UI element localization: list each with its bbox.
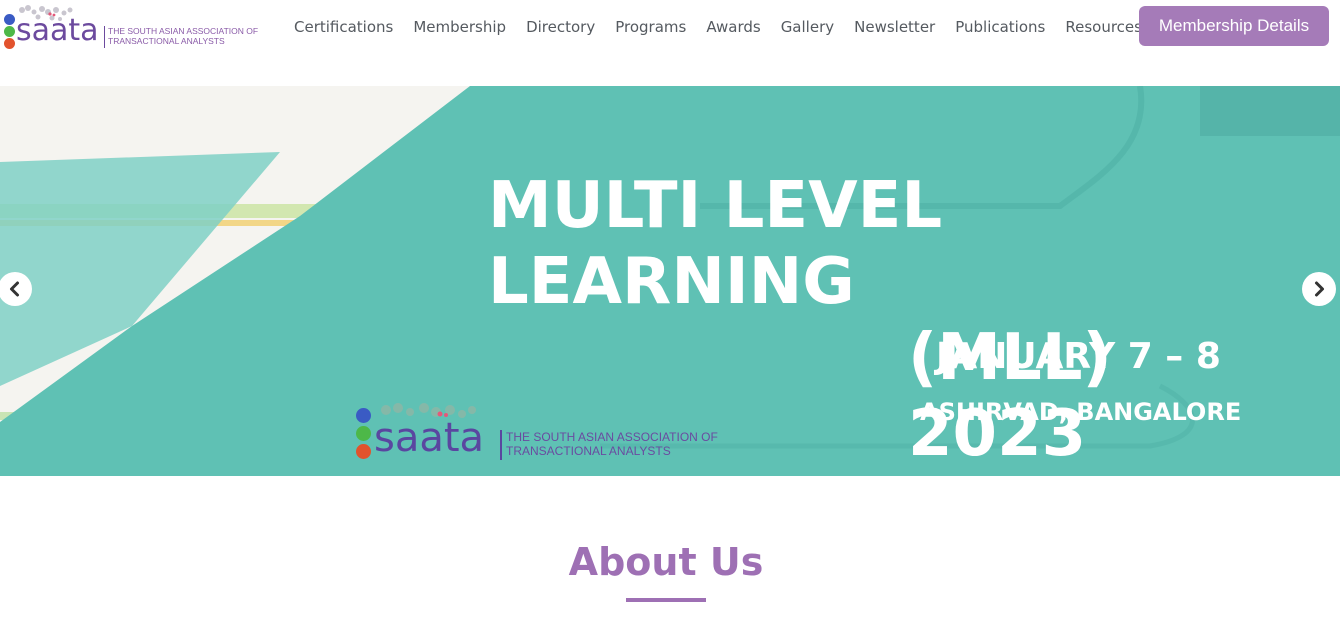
blue-dot-icon: [4, 14, 15, 25]
logo-tagline-line1: THE SOUTH ASIAN ASSOCIATION OF: [108, 26, 259, 36]
logo-divider: [104, 26, 105, 48]
orange-dot-icon: [356, 444, 371, 459]
nav-item-programs[interactable]: Programs: [605, 16, 696, 38]
hero-logo-divider: [500, 430, 502, 460]
logo-wordmark: saata: [16, 13, 99, 48]
hero-title-line1: MULTI LEVEL LEARNING: [488, 169, 943, 319]
membership-details-button[interactable]: Membership Details: [1139, 6, 1329, 46]
site-header: saata THE SOUTH ASIAN ASSOCIATION OF TRA…: [0, 0, 1340, 86]
nav-item-publications[interactable]: Publications: [945, 16, 1055, 38]
blue-dot-icon: [356, 408, 371, 423]
logo-tagline-line2: TRANSACTIONAL ANALYSTS: [108, 36, 225, 46]
chevron-right-icon: [1315, 281, 1324, 297]
main-nav: Certifications Membership Directory Prog…: [284, 16, 1152, 38]
green-dot-icon: [356, 426, 371, 441]
hero-logo-wordmark: saata: [374, 415, 485, 461]
about-heading-underline: [626, 598, 706, 602]
orange-dot-icon: [4, 38, 15, 49]
green-dot-icon: [4, 26, 15, 37]
nav-item-membership[interactable]: Membership: [403, 16, 516, 38]
hero-carousel: MULTI LEVEL LEARNING (MLL) 2023 JANUARY …: [0, 86, 1340, 476]
saata-logo[interactable]: saata THE SOUTH ASIAN ASSOCIATION OF TRA…: [2, 4, 262, 50]
nav-item-resources[interactable]: Resources: [1055, 16, 1152, 38]
hero-logo-tagline-line1: THE SOUTH ASIAN ASSOCIATION OF: [506, 430, 718, 444]
carousel-next-button[interactable]: [1302, 272, 1336, 306]
about-heading: About Us: [568, 540, 764, 584]
hero-date: JANUARY 7 – 8: [936, 336, 1221, 377]
nav-item-certifications[interactable]: Certifications: [284, 16, 403, 38]
chevron-left-icon: [10, 281, 19, 297]
logo-dots: [4, 14, 16, 50]
hero-venue: ASHIRVAD, BANGALORE: [920, 398, 1242, 426]
logo-tagline: THE SOUTH ASIAN ASSOCIATION OF TRANSACTI…: [108, 26, 258, 46]
hero-logo-tagline-line2: TRANSACTIONAL ANALYSTS: [506, 444, 671, 458]
nav-item-gallery[interactable]: Gallery: [771, 16, 844, 38]
nav-item-newsletter[interactable]: Newsletter: [844, 16, 945, 38]
hero-saata-logo: saata THE SOUTH ASIAN ASSOCIATION OF TRA…: [354, 403, 734, 466]
hero-logo-tagline: THE SOUTH ASIAN ASSOCIATION OF TRANSACTI…: [506, 430, 718, 458]
nav-item-awards[interactable]: Awards: [696, 16, 770, 38]
nav-item-directory[interactable]: Directory: [516, 16, 605, 38]
